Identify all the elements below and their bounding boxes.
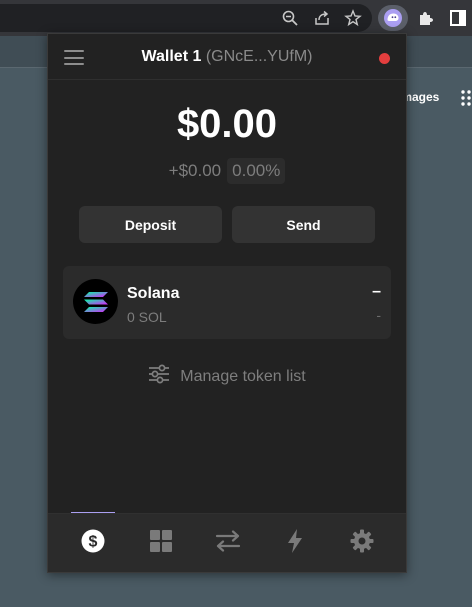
manage-token-list-label: Manage token list [180, 367, 306, 385]
send-button[interactable]: Send [232, 206, 375, 243]
wallet-popup: Wallet 1 (GNcE...YUfM) $0.00 +$0.00 0.00… [47, 33, 407, 573]
total-balance: $0.00 [176, 102, 278, 146]
change-percent: 0.00% [227, 158, 286, 184]
deposit-button[interactable]: Deposit [79, 206, 222, 243]
wallet-header: Wallet 1 (GNcE...YUfM) [48, 34, 406, 80]
token-amount: 0 SOL [127, 309, 167, 325]
token-row-solana[interactable]: Solana 0 SOL – - [63, 266, 391, 339]
star-icon[interactable] [343, 8, 363, 28]
lightning-icon [286, 529, 304, 558]
wallet-address: (GNcE...YUfM) [205, 48, 313, 65]
share-icon[interactable] [312, 8, 332, 28]
wallet-title[interactable]: Wallet 1 (GNcE...YUfM) [48, 48, 406, 66]
balance-change: +$0.00 0.00% [48, 158, 406, 184]
apps-grid-icon[interactable] [460, 89, 472, 112]
change-value: +$0.00 [168, 161, 222, 180]
tab-collectibles[interactable] [127, 514, 195, 573]
svg-text:$: $ [89, 534, 98, 551]
sidebar-icon[interactable] [448, 8, 468, 28]
token-name: Solana [127, 285, 180, 302]
dollar-icon: $ [81, 529, 105, 558]
tab-wallet[interactable]: $ [59, 514, 127, 573]
tab-activity[interactable] [261, 514, 329, 573]
zoom-out-icon[interactable] [280, 8, 300, 28]
token-value: – [372, 283, 381, 300]
browser-toolbar [0, 0, 472, 36]
swap-arrows-icon [215, 530, 241, 557]
puzzle-icon[interactable] [416, 8, 436, 28]
solana-logo-icon [73, 279, 118, 324]
wallet-name: Wallet 1 [141, 48, 202, 65]
grid-icon [150, 530, 172, 557]
gear-icon [350, 529, 374, 558]
tab-settings[interactable] [328, 514, 396, 573]
sliders-icon [148, 364, 170, 389]
network-status-dot [379, 53, 390, 64]
bottom-tab-bar: $ [48, 513, 406, 572]
extension-wallet-icon[interactable] [378, 5, 408, 31]
tab-swap[interactable] [194, 514, 262, 573]
manage-token-list-button[interactable]: Manage token list [48, 364, 406, 389]
token-change: - [376, 307, 381, 323]
